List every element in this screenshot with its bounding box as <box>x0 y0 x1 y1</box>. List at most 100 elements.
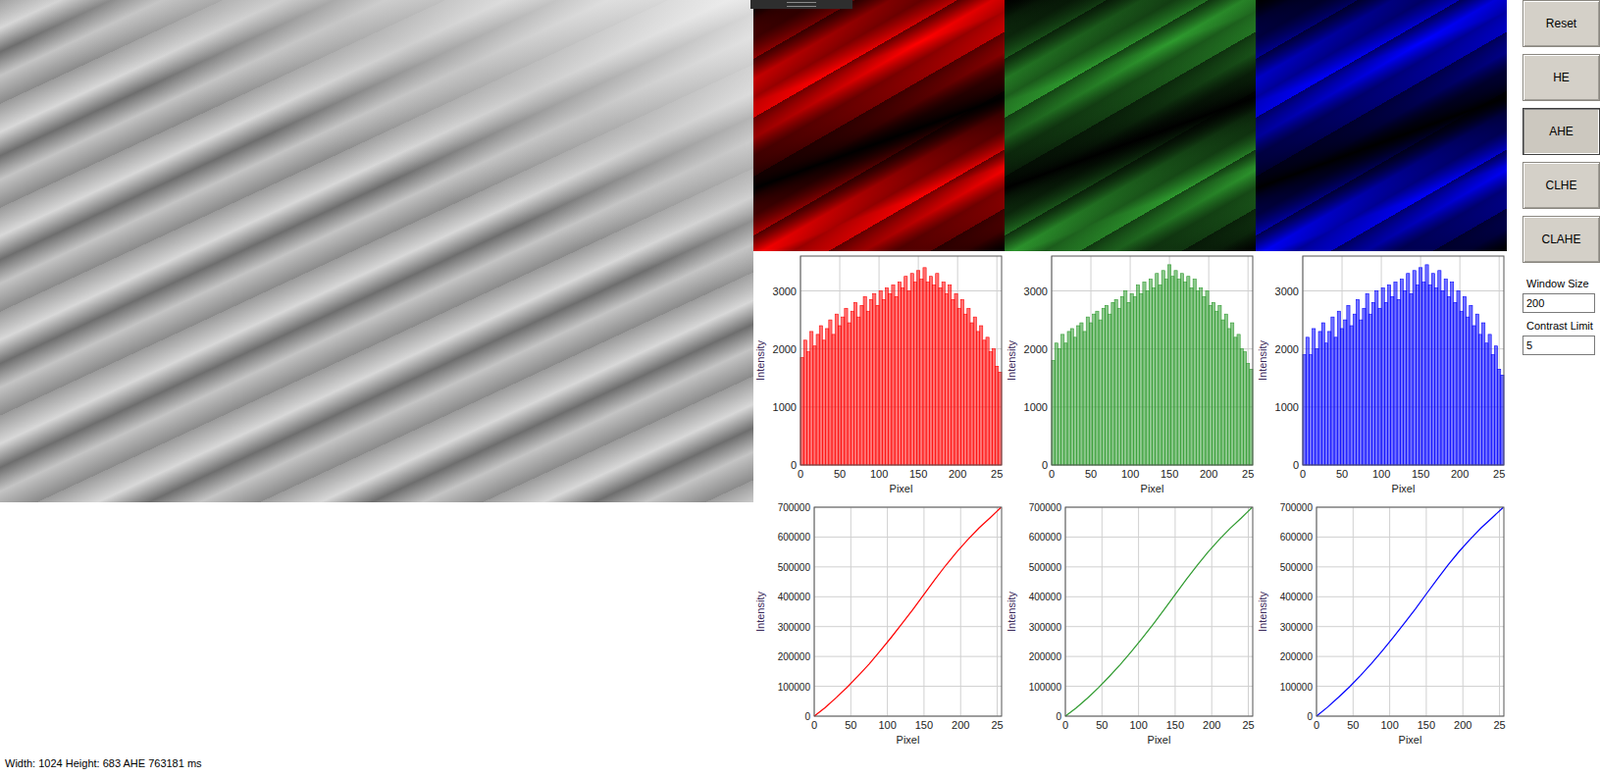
x-tick-label: 50 <box>1346 719 1359 731</box>
y-tick-label: 0 <box>1041 459 1048 471</box>
histogram-bar <box>891 285 895 465</box>
histogram-bar <box>941 282 945 465</box>
histogram-bar <box>1184 282 1188 465</box>
drag-handle[interactable] <box>750 0 853 9</box>
histogram-bar <box>1104 305 1108 465</box>
x-tick-label: 150 <box>1166 719 1185 731</box>
grid-line <box>814 596 1002 598</box>
histogram-bar <box>1161 270 1165 465</box>
x-axis-label: Pixel <box>896 733 921 746</box>
y-tick-label: 0 <box>804 711 811 723</box>
grid-line <box>1065 566 1253 568</box>
histogram-bar <box>1396 299 1400 465</box>
histogram-bar <box>1218 305 1222 465</box>
histogram-bar <box>1205 291 1209 466</box>
histogram-bar <box>1488 334 1492 465</box>
x-tick-label: 100 <box>1372 467 1391 480</box>
grid-line <box>1316 685 1504 687</box>
y-tick-label: 200000 <box>1280 651 1314 663</box>
histogram-bar <box>869 299 873 465</box>
histogram-bar <box>1199 288 1203 465</box>
histogram-bar <box>926 282 930 465</box>
histogram-panel: 010002000300005010015020025PixelIntensit… <box>753 251 1005 503</box>
histogram-bar <box>1428 285 1432 465</box>
main-area: 010002000300005010015020025PixelIntensit… <box>0 0 1600 754</box>
channel-grid: 010002000300005010015020025PixelIntensit… <box>753 0 1507 754</box>
x-tick-label: 0 <box>1313 719 1320 731</box>
tool-button[interactable]: AHE <box>1522 107 1600 155</box>
tool-button[interactable]: HE <box>1522 53 1600 102</box>
y-tick-label: 3000 <box>773 285 797 298</box>
histogram-bar <box>1475 313 1479 465</box>
histogram-bar <box>1446 296 1450 465</box>
histogram-bar <box>822 340 826 465</box>
y-tick-label: 700000 <box>1280 502 1314 514</box>
tool-button[interactable]: CLHE <box>1522 161 1600 209</box>
plot-area <box>1316 507 1504 717</box>
histogram-bar <box>995 365 999 465</box>
histogram-bar <box>881 299 885 465</box>
cdf-panel: 0100000200000300000400000500000600000700… <box>1255 502 1507 754</box>
histogram-bar <box>1145 291 1149 466</box>
y-tick-label: 0 <box>1306 711 1313 723</box>
channel-image <box>1004 0 1256 252</box>
y-axis-label: Intensity <box>1005 591 1018 632</box>
histogram-bar <box>1202 296 1206 465</box>
histogram-bar <box>837 325 841 465</box>
histogram-bar <box>1117 308 1121 465</box>
histogram-bar <box>1371 302 1375 465</box>
plot-area <box>800 256 1002 465</box>
histogram-bar <box>938 288 942 465</box>
histogram-bar <box>1456 291 1460 466</box>
histogram-bar <box>819 325 823 465</box>
y-tick-label: 1000 <box>1275 401 1299 413</box>
x-tick-label: 200 <box>948 467 967 480</box>
histogram-bar <box>1315 349 1319 465</box>
x-tick-label: 100 <box>1380 719 1398 731</box>
field-input[interactable] <box>1522 293 1596 313</box>
histogram-bar <box>907 291 911 466</box>
grid-line <box>1065 656 1253 658</box>
histogram-bar <box>1359 319 1363 465</box>
grid-line <box>923 507 925 717</box>
histogram-bar <box>1387 285 1391 465</box>
histogram-bar <box>1133 296 1136 465</box>
histogram-bar <box>1365 293 1369 465</box>
histogram-bar <box>1164 279 1168 465</box>
field-input[interactable] <box>1522 335 1596 356</box>
histogram-bar <box>816 334 820 465</box>
grid-line <box>814 656 1002 658</box>
histogram-bar <box>1419 267 1423 465</box>
histogram-bar <box>1497 368 1501 465</box>
histogram-bar <box>878 291 882 466</box>
cdf-panel: 0100000200000300000400000500000600000700… <box>753 502 1005 754</box>
grid-line <box>1065 625 1253 627</box>
x-tick-label: 0 <box>1299 467 1306 480</box>
histogram-bar <box>1431 273 1435 465</box>
histogram-bar <box>1064 343 1068 465</box>
x-axis-label: Pixel <box>889 482 914 495</box>
histogram-bar <box>1312 328 1316 465</box>
x-tick-label: 200 <box>1453 719 1472 731</box>
histogram-bar <box>813 346 817 465</box>
y-tick-label: 0 <box>1055 711 1062 723</box>
histogram-bar <box>1352 313 1356 465</box>
histogram-bar <box>1441 291 1445 466</box>
histogram-bar <box>888 293 892 465</box>
y-tick-label: 3000 <box>1024 285 1048 298</box>
field-group: Window Size <box>1522 277 1600 313</box>
x-tick-label: 200 <box>1202 719 1221 731</box>
histogram-bar <box>976 331 980 465</box>
plot-area <box>1051 256 1253 465</box>
histogram-bar <box>1409 293 1413 465</box>
grid-line <box>1462 507 1464 717</box>
y-tick-label: 400000 <box>777 591 812 603</box>
histogram-bar <box>1083 331 1086 465</box>
tool-button[interactable]: Reset <box>1522 0 1600 48</box>
y-tick-label: 1000 <box>773 401 797 413</box>
y-tick-label: 400000 <box>1280 591 1314 603</box>
histogram-bar <box>980 325 983 465</box>
histogram-bar <box>970 322 974 465</box>
tool-button[interactable]: CLAHE <box>1522 215 1600 263</box>
y-tick-label: 300000 <box>1029 621 1063 633</box>
